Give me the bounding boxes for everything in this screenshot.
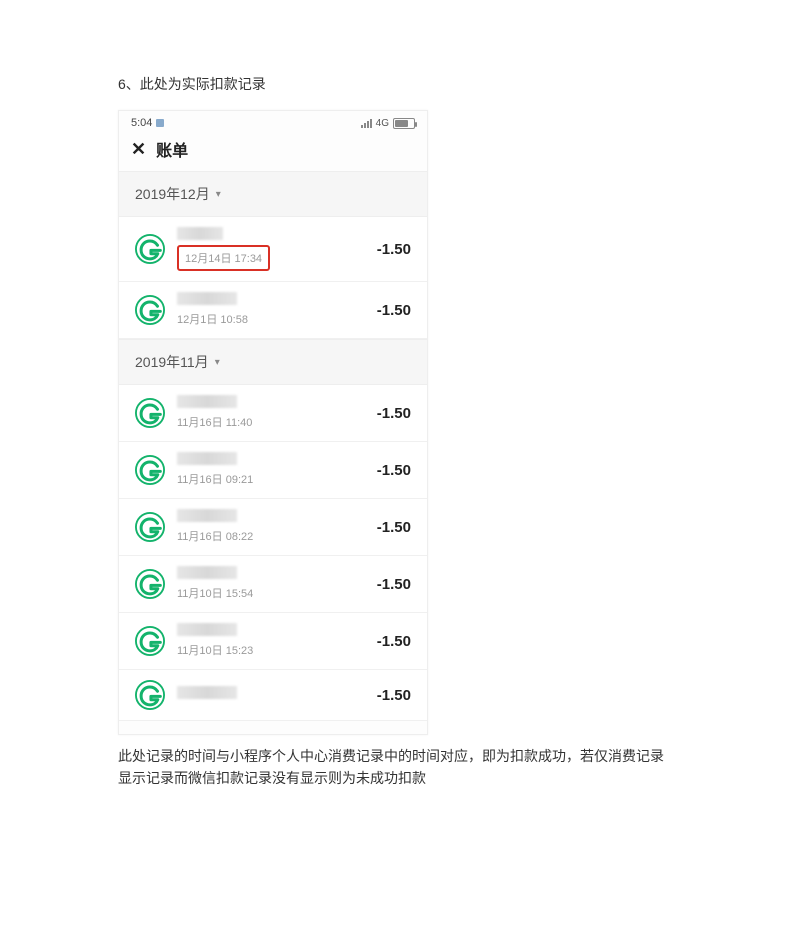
battery-icon [393, 118, 415, 129]
g-logo-icon [135, 512, 165, 542]
merchant-name-redacted [177, 686, 237, 699]
merchant-name-redacted [177, 509, 237, 522]
merchant-name-redacted [177, 227, 223, 240]
transaction-row[interactable]: 11月10日 15:54 -1.50 [119, 556, 427, 613]
network-label: 4G [376, 118, 389, 129]
month-label: 2019年11月 [135, 352, 209, 372]
transaction-row[interactable]: 11月16日 11:40 -1.50 [119, 385, 427, 442]
transaction-amount: -1.50 [377, 519, 411, 536]
transaction-row[interactable]: 11月10日 15:23 -1.50 [119, 613, 427, 670]
transaction-amount: -1.50 [377, 462, 411, 479]
merchant-name-redacted [177, 623, 237, 636]
transaction-amount: -1.50 [377, 405, 411, 422]
transaction-row[interactable]: 12月1日 10:58 -1.50 [119, 282, 427, 339]
status-bar: 5:04 4G [119, 111, 427, 131]
g-logo-icon [135, 455, 165, 485]
close-icon[interactable]: ✕ [131, 140, 146, 158]
month-header[interactable]: 2019年11月 ▾ [119, 339, 427, 385]
transaction-row[interactable]: 11月16日 08:22 -1.50 [119, 499, 427, 556]
transaction-body: 12月1日 10:58 [177, 292, 377, 328]
page-title: 账单 [156, 137, 188, 161]
g-logo-icon [135, 569, 165, 599]
merchant-name-redacted [177, 566, 237, 579]
merchant-icon [135, 569, 165, 599]
g-logo-icon [135, 234, 165, 264]
caption-top: 6、此处为实际扣款记录 [118, 74, 672, 94]
transaction-row[interactable]: 11月16日 09:21 -1.50 [119, 442, 427, 499]
transaction-body [177, 686, 377, 704]
signal-icon [361, 119, 372, 128]
status-time: 5:04 [131, 117, 152, 129]
chevron-down-icon: ▾ [215, 357, 220, 368]
g-logo-icon [135, 295, 165, 325]
merchant-icon [135, 398, 165, 428]
merchant-icon [135, 626, 165, 656]
merchant-icon [135, 455, 165, 485]
transaction-amount: -1.50 [377, 241, 411, 258]
transaction-body: 11月16日 09:21 [177, 452, 377, 488]
transaction-body: 12月14日 17:34 [177, 227, 377, 271]
transaction-amount: -1.50 [377, 576, 411, 593]
merchant-icon [135, 512, 165, 542]
transaction-row[interactable]: 12月14日 17:34 -1.50 [119, 217, 427, 282]
phone-screenshot: 5:04 4G ✕ 账单 2019年12月 ▾ 12月14日 17:34 [118, 110, 428, 735]
transaction-body: 11月10日 15:54 [177, 566, 377, 602]
transaction-body: 11月10日 15:23 [177, 623, 377, 659]
transaction-amount: -1.50 [377, 687, 411, 704]
g-logo-icon [135, 680, 165, 710]
transaction-time: 11月16日 08:22 [177, 531, 253, 543]
transaction-row[interactable]: -1.50 [119, 670, 427, 721]
merchant-name-redacted [177, 292, 237, 305]
transaction-time: 11月16日 11:40 [177, 417, 252, 429]
g-logo-icon [135, 398, 165, 428]
nav-bar: ✕ 账单 [119, 131, 427, 171]
transaction-time: 11月10日 15:23 [177, 645, 253, 657]
transaction-time: 11月16日 09:21 [177, 474, 253, 486]
bill-list: 2019年12月 ▾ 12月14日 17:34 -1.50 12月1日 10:5… [119, 171, 427, 721]
merchant-name-redacted [177, 395, 237, 408]
merchant-icon [135, 680, 165, 710]
sim-icon [156, 119, 164, 127]
chevron-down-icon: ▾ [216, 189, 221, 200]
merchant-name-redacted [177, 452, 237, 465]
transaction-body: 11月16日 11:40 [177, 395, 377, 431]
month-header[interactable]: 2019年12月 ▾ [119, 171, 427, 217]
status-right: 4G [361, 118, 415, 129]
status-left: 5:04 [131, 117, 164, 129]
document-page: 6、此处为实际扣款记录 5:04 4G ✕ 账单 2019年12月 ▾ [0, 0, 790, 790]
month-label: 2019年12月 [135, 184, 210, 204]
caption-bottom: 此处记录的时间与小程序个人中心消费记录中的时间对应，即为扣款成功，若仅消费记录显… [118, 745, 672, 790]
merchant-icon [135, 234, 165, 264]
transaction-body: 11月16日 08:22 [177, 509, 377, 545]
transaction-amount: -1.50 [377, 302, 411, 319]
time-highlight: 12月14日 17:34 [177, 245, 270, 271]
merchant-icon [135, 295, 165, 325]
transaction-amount: -1.50 [377, 633, 411, 650]
g-logo-icon [135, 626, 165, 656]
transaction-time: 12月1日 10:58 [177, 314, 248, 326]
transaction-time: 11月10日 15:54 [177, 588, 253, 600]
transaction-time: 12月14日 17:34 [185, 253, 262, 265]
